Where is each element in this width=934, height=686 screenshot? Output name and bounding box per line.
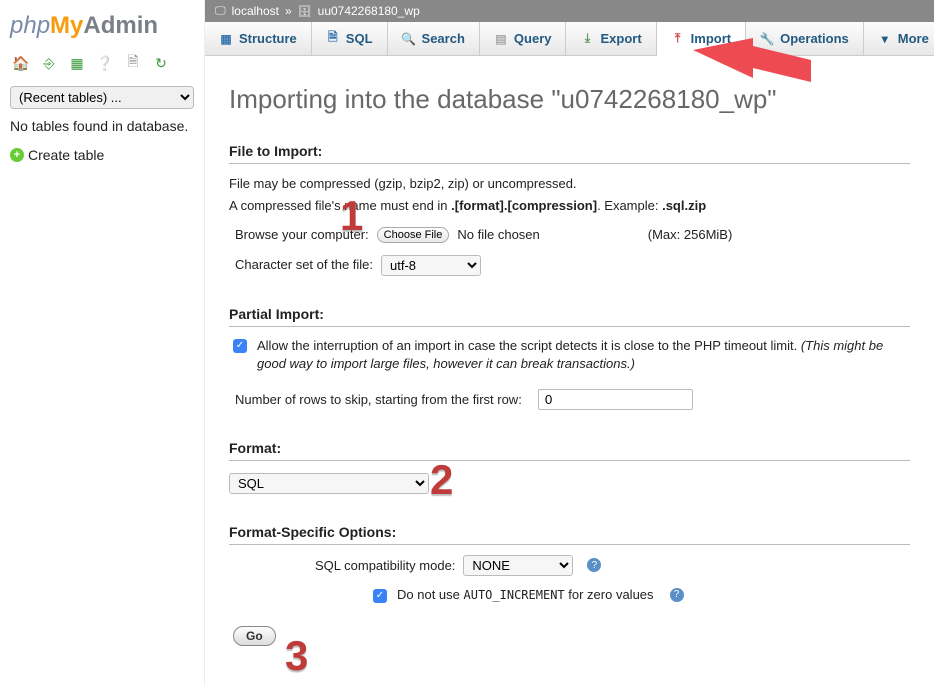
sidebar-icon-row: 🏠 ⎆ ▦ ❔ 🗎 ↻ — [10, 50, 194, 86]
structure-icon: ▦ — [219, 32, 233, 46]
go-button[interactable]: Go — [233, 626, 276, 646]
breadcrumb-host[interactable]: localhost — [232, 4, 279, 18]
exit-icon[interactable]: ⎆ — [40, 54, 58, 72]
docs-icon[interactable]: ❔ — [96, 54, 114, 72]
create-table-label: Create table — [28, 147, 104, 163]
tab-operations[interactable]: 🔧Operations — [746, 22, 864, 55]
plus-icon: + — [10, 148, 24, 162]
no-tables-text: No tables found in database. — [10, 117, 194, 137]
tab-sql[interactable]: 🗎SQL — [312, 22, 388, 55]
tab-import[interactable]: ⤒Import — [657, 22, 746, 56]
autoincrement-label: Do not use AUTO_INCREMENT for zero value… — [397, 586, 654, 604]
browse-label: Browse your computer: — [235, 225, 369, 245]
sql-icon[interactable]: ▦ — [68, 54, 86, 72]
autoincrement-checkbox[interactable]: ✓ — [373, 589, 387, 603]
breadcrumb: 🖵 localhost » 🗄 uu0742268180_wp — [205, 0, 934, 22]
logo-php: php — [10, 12, 50, 39]
file-note-2: A compressed file's name must end in .[f… — [229, 196, 910, 216]
no-file-text: No file chosen — [457, 225, 539, 245]
database-icon: 🗄 — [298, 5, 312, 18]
logo-admin: Admin — [83, 12, 158, 39]
allow-interrupt-label: Allow the interruption of an import in c… — [257, 337, 910, 373]
tab-search[interactable]: 🔍Search — [388, 22, 480, 55]
help-icon-2[interactable]: ? — [670, 588, 684, 602]
file-section-head: File to Import: — [229, 143, 910, 164]
charset-select[interactable]: utf-8 — [381, 255, 481, 276]
sql-tab-icon: 🗎 — [326, 32, 340, 46]
tab-export[interactable]: ⤓Export — [566, 22, 656, 55]
max-size: (Max: 256MiB) — [648, 225, 733, 245]
help-icon[interactable]: ? — [587, 558, 601, 572]
main: 🖵 localhost » 🗄 uu0742268180_wp ▦Structu… — [205, 0, 934, 686]
page-title: Importing into the database "u0742268180… — [229, 84, 910, 115]
file-note-1: File may be compressed (gzip, bzip2, zip… — [229, 174, 910, 194]
choose-file-button[interactable]: Choose File — [377, 227, 450, 243]
compat-label: SQL compatibility mode: — [315, 556, 455, 576]
fso-section-head: Format-Specific Options: — [229, 524, 910, 545]
export-icon: ⤓ — [580, 32, 594, 46]
format-select[interactable]: SQL — [229, 473, 429, 494]
logo-my: My — [50, 12, 83, 39]
gear-icon[interactable]: 🗎 — [124, 54, 142, 72]
recent-tables-select[interactable]: (Recent tables) ... — [10, 86, 194, 109]
charset-label: Character set of the file: — [235, 255, 373, 275]
reload-icon[interactable]: ↻ — [152, 54, 170, 72]
search-icon: 🔍 — [402, 32, 416, 46]
compat-select[interactable]: NONE — [463, 555, 573, 576]
logo[interactable]: phpMyAdmin — [10, 8, 194, 50]
breadcrumb-db[interactable]: uu0742268180_wp — [318, 4, 420, 18]
create-table-link[interactable]: + Create table — [10, 147, 194, 163]
content: Importing into the database "u0742268180… — [205, 56, 934, 666]
tab-query[interactable]: ▤Query — [480, 22, 567, 55]
tabs: ▦Structure 🗎SQL 🔍Search ▤Query ⤓Export ⤒… — [205, 22, 934, 56]
home-icon[interactable]: 🏠 — [12, 54, 30, 72]
wrench-icon: 🔧 — [760, 32, 774, 46]
import-icon: ⤒ — [671, 31, 685, 45]
allow-interrupt-checkbox[interactable]: ✓ — [233, 339, 247, 353]
tab-structure[interactable]: ▦Structure — [205, 22, 312, 55]
sidebar: phpMyAdmin 🏠 ⎆ ▦ ❔ 🗎 ↻ (Recent tables) .… — [0, 0, 205, 686]
partial-section-head: Partial Import: — [229, 306, 910, 327]
server-icon: 🖵 — [215, 5, 226, 18]
format-section-head: Format: — [229, 440, 910, 461]
skip-rows-input[interactable] — [538, 389, 693, 410]
skip-rows-label: Number of rows to skip, starting from th… — [235, 390, 522, 410]
chevron-down-icon: ▾ — [878, 32, 892, 46]
tab-more[interactable]: ▾More — [864, 22, 934, 55]
query-icon: ▤ — [494, 32, 508, 46]
